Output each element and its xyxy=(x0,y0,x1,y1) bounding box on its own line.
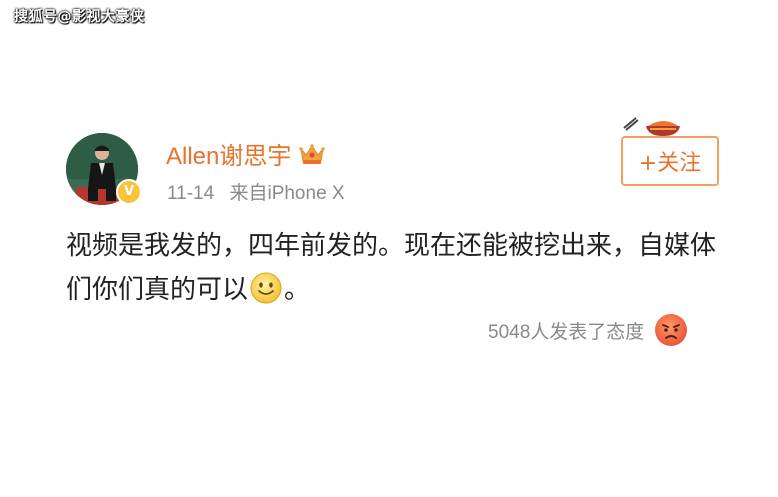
post-text-end: 。 xyxy=(284,275,311,305)
reaction-count: 5048人发表了态度 xyxy=(488,321,645,343)
bowl-decoration-icon xyxy=(622,114,680,138)
reactions[interactable]: 5048人发表了态度 xyxy=(488,313,688,347)
crown-icon xyxy=(299,143,326,165)
post-date: 11-14 xyxy=(167,183,215,204)
post-source: 来自iPhone X xyxy=(229,183,345,204)
watermark: 搜狐号@影视大豪侠 xyxy=(14,9,145,25)
smile-emoji-icon xyxy=(250,272,282,304)
post-text: 视频是我发的，四年前发的。现在还能被挖出来，自媒体们你们真的可以。 xyxy=(66,224,726,312)
verified-v-icon: V xyxy=(116,179,142,205)
angry-emoji-icon[interactable] xyxy=(654,313,688,347)
post-meta: 11-14 来自iPhone X xyxy=(167,178,355,205)
avatar[interactable]: V xyxy=(66,133,142,205)
follow-button[interactable]: +关注 xyxy=(621,136,719,186)
username[interactable]: Allen谢思宇 xyxy=(166,136,291,171)
username-row: Allen谢思宇 xyxy=(166,136,326,171)
post-text-body: 视频是我发的，四年前发的。现在还能被挖出来，自媒体们你们真的可以 xyxy=(66,231,717,305)
